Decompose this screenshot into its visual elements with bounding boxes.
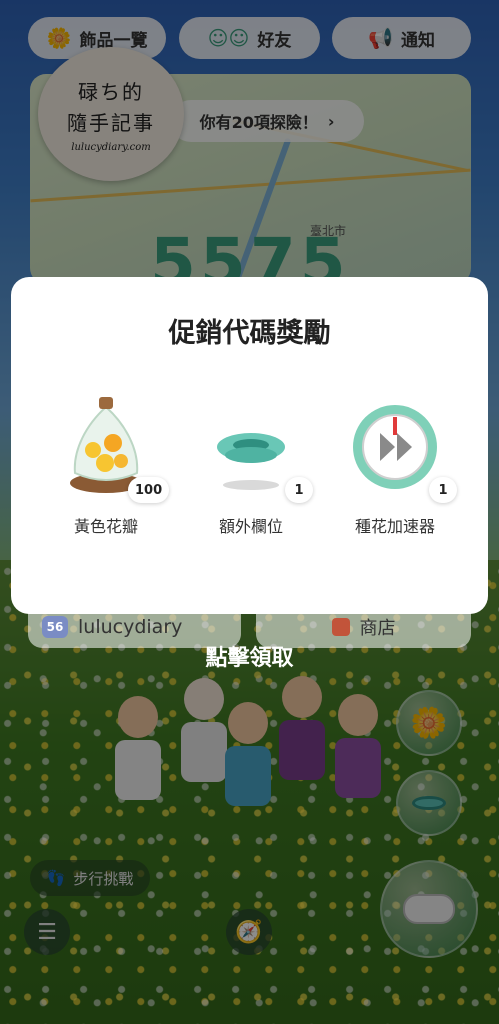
reward-label: 額外欄位 (218, 517, 283, 536)
reward-item-extra-slot: 1 額外欄位 (181, 395, 321, 536)
reward-label: 黃色花瓣 (73, 517, 138, 536)
username: lulucydiary (78, 616, 183, 638)
level-badge: 56 (42, 616, 68, 638)
reward-item-flower-booster: 1 種花加速器 (325, 395, 465, 536)
tap-to-claim-hint[interactable]: 點擊領取 (0, 640, 499, 672)
fast-forward-clock-icon (353, 405, 437, 489)
reward-item-yellow-petals: 100 黃色花瓣 (36, 395, 176, 536)
shop-label: 商店 (359, 618, 396, 639)
extra-slot-dish-icon (217, 433, 285, 490)
reward-count: 100 (128, 477, 170, 503)
reward-count: 1 (285, 477, 313, 503)
reward-count: 1 (429, 477, 457, 503)
modal-title: 促銷代碼獎勵 (168, 318, 331, 349)
reward-label: 種花加速器 (354, 517, 435, 536)
shop-bag-icon (331, 618, 350, 636)
promo-reward-modal[interactable]: 促銷代碼獎勵 100 黃色花瓣 1 額外欄位 1 種花加速器 (11, 277, 488, 614)
